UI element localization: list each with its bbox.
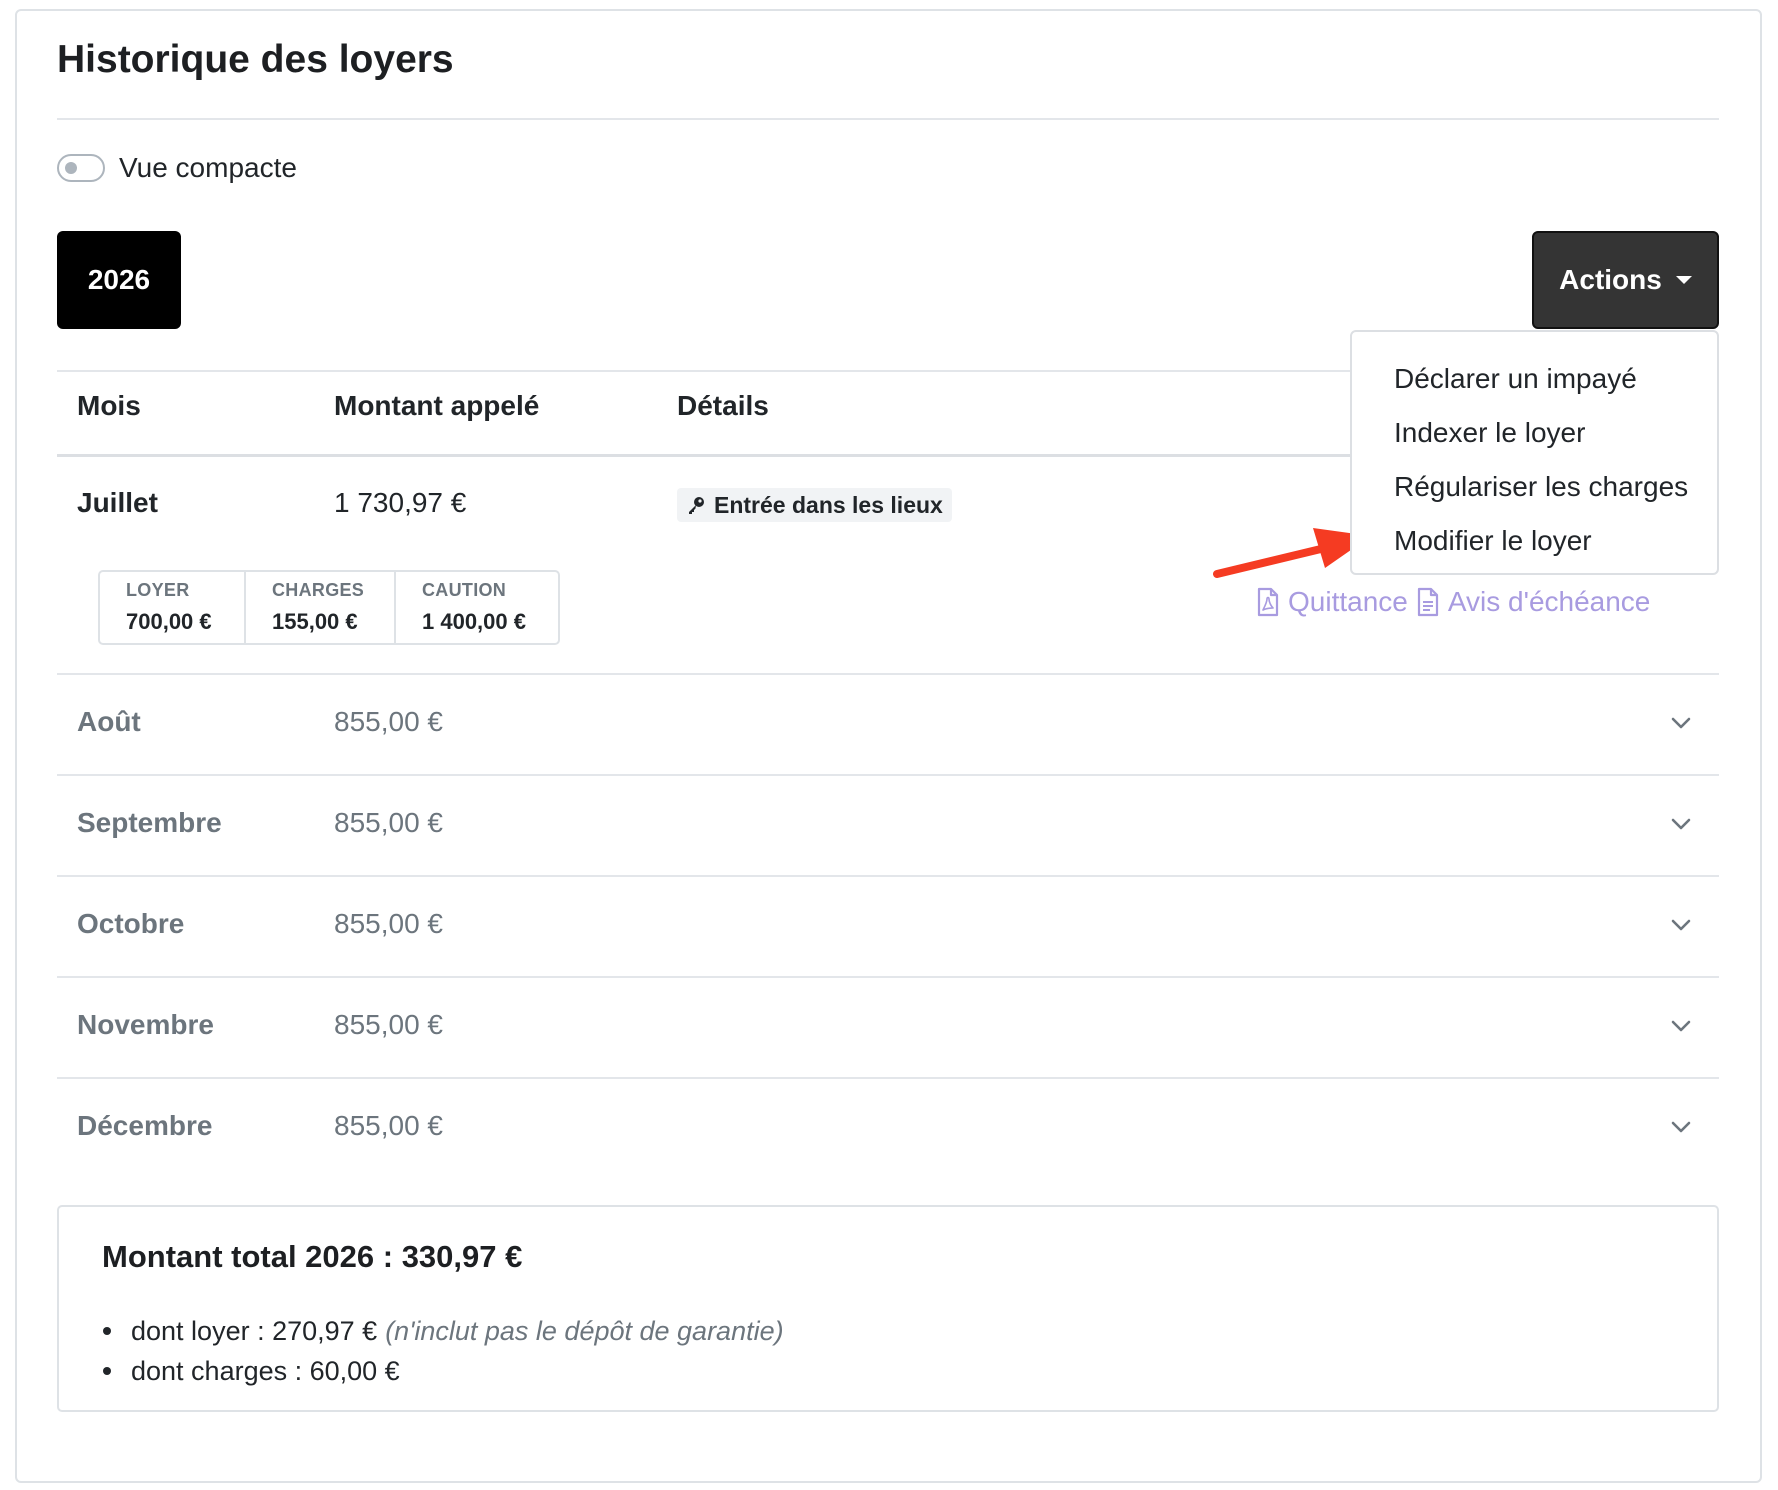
compact-view-label: Vue compacte bbox=[119, 152, 297, 183]
row-amount-decembre: 855,00 € bbox=[334, 1110, 443, 1141]
total-breakdown-list: dont loyer : 270,97 € (n'inclut pas le d… bbox=[103, 1311, 784, 1391]
total-rent-text: dont loyer : 270,97 € bbox=[131, 1315, 378, 1346]
compact-view-toggle-row: Vue compacte bbox=[57, 150, 297, 186]
toggle-knob bbox=[65, 162, 77, 174]
bullet bbox=[103, 1367, 111, 1375]
page-title: Historique des loyers bbox=[57, 38, 454, 81]
menu-item-modify-rent[interactable]: Modifier le loyer bbox=[1352, 514, 1717, 568]
column-header-month: Mois bbox=[77, 390, 141, 421]
total-summary: Montant total 2026 : 330,97 € dont loyer… bbox=[57, 1205, 1719, 1412]
row-month-octobre: Octobre bbox=[77, 908, 185, 939]
row-amount-octobre: 855,00 € bbox=[334, 908, 443, 939]
total-rent-item: dont loyer : 270,97 € (n'inclut pas le d… bbox=[103, 1311, 784, 1351]
actions-button-label: Actions bbox=[1559, 264, 1662, 295]
row-month-juillet: Juillet bbox=[77, 487, 158, 518]
compact-view-toggle[interactable] bbox=[57, 154, 105, 182]
row-divider bbox=[57, 875, 1719, 877]
move-in-badge-label: Entrée dans les lieux bbox=[714, 491, 943, 518]
breakdown-rent-value: 700,00 € bbox=[126, 609, 212, 634]
total-charges-text: dont charges : 60,00 € bbox=[131, 1355, 400, 1386]
caret-down-icon bbox=[1675, 276, 1692, 284]
column-header-details: Détails bbox=[677, 390, 769, 421]
breakdown-rent-label: LOYER bbox=[126, 580, 190, 600]
actions-dropdown-button[interactable]: Actions bbox=[1532, 231, 1719, 329]
breakdown-charges-label: CHARGES bbox=[272, 580, 365, 600]
actions-dropdown-menu: Déclarer un impayé Indexer le loyer Régu… bbox=[1350, 330, 1719, 575]
key-icon bbox=[686, 495, 706, 515]
row-amount-novembre: 855,00 € bbox=[334, 1009, 443, 1040]
row-month-decembre: Décembre bbox=[77, 1110, 213, 1141]
row-amount-juillet: 1 730,97 € bbox=[334, 487, 467, 518]
row-amount-septembre: 855,00 € bbox=[334, 807, 443, 838]
row-month-septembre: Septembre bbox=[77, 807, 222, 838]
chevron-down-icon[interactable] bbox=[1668, 710, 1694, 736]
menu-item-regularize-charges[interactable]: Régulariser les charges bbox=[1352, 460, 1717, 514]
column-header-amount: Montant appelé bbox=[334, 390, 540, 421]
breakdown-charges-value: 155,00 € bbox=[272, 609, 358, 634]
row-month-novembre: Novembre bbox=[77, 1009, 214, 1040]
chevron-down-icon[interactable] bbox=[1668, 1114, 1694, 1140]
chevron-down-icon[interactable] bbox=[1668, 912, 1694, 938]
due-notice-link[interactable]: Avis d'échéance bbox=[1416, 586, 1651, 618]
breakdown-deposit-label: CAUTION bbox=[422, 580, 507, 600]
breakdown-deposit-value: 1 400,00 € bbox=[422, 609, 526, 634]
row-divider bbox=[57, 976, 1719, 978]
total-rent-note: (n'inclut pas le dépôt de garantie) bbox=[385, 1315, 784, 1346]
row-divider bbox=[57, 774, 1719, 776]
row-month-aout: Août bbox=[77, 706, 141, 737]
menu-item-index-rent[interactable]: Indexer le loyer bbox=[1352, 406, 1717, 460]
chevron-down-icon[interactable] bbox=[1668, 1013, 1694, 1039]
row-divider bbox=[57, 1077, 1719, 1079]
total-charges-item: dont charges : 60,00 € bbox=[103, 1351, 784, 1391]
title-divider bbox=[57, 118, 1719, 120]
chevron-down-icon[interactable] bbox=[1668, 811, 1694, 837]
total-title: Montant total 2026 : 330,97 € bbox=[102, 1239, 523, 1274]
bullet bbox=[103, 1327, 111, 1335]
year-button[interactable]: 2026 bbox=[57, 231, 181, 329]
amount-breakdown: LOYER 700,00 € CHARGES 155,00 € CAUTION … bbox=[98, 570, 560, 645]
file-text-icon bbox=[1416, 587, 1440, 617]
breakdown-deposit: CAUTION 1 400,00 € bbox=[396, 572, 558, 643]
menu-item-declare-unpaid[interactable]: Déclarer un impayé bbox=[1352, 352, 1717, 406]
move-in-badge: Entrée dans les lieux bbox=[677, 488, 952, 522]
due-notice-link-label: Avis d'échéance bbox=[1447, 586, 1651, 617]
breakdown-charges: CHARGES 155,00 € bbox=[246, 572, 396, 643]
breakdown-rent: LOYER 700,00 € bbox=[100, 572, 246, 643]
row-amount-aout: 855,00 € bbox=[334, 706, 443, 737]
row-divider bbox=[57, 673, 1719, 675]
